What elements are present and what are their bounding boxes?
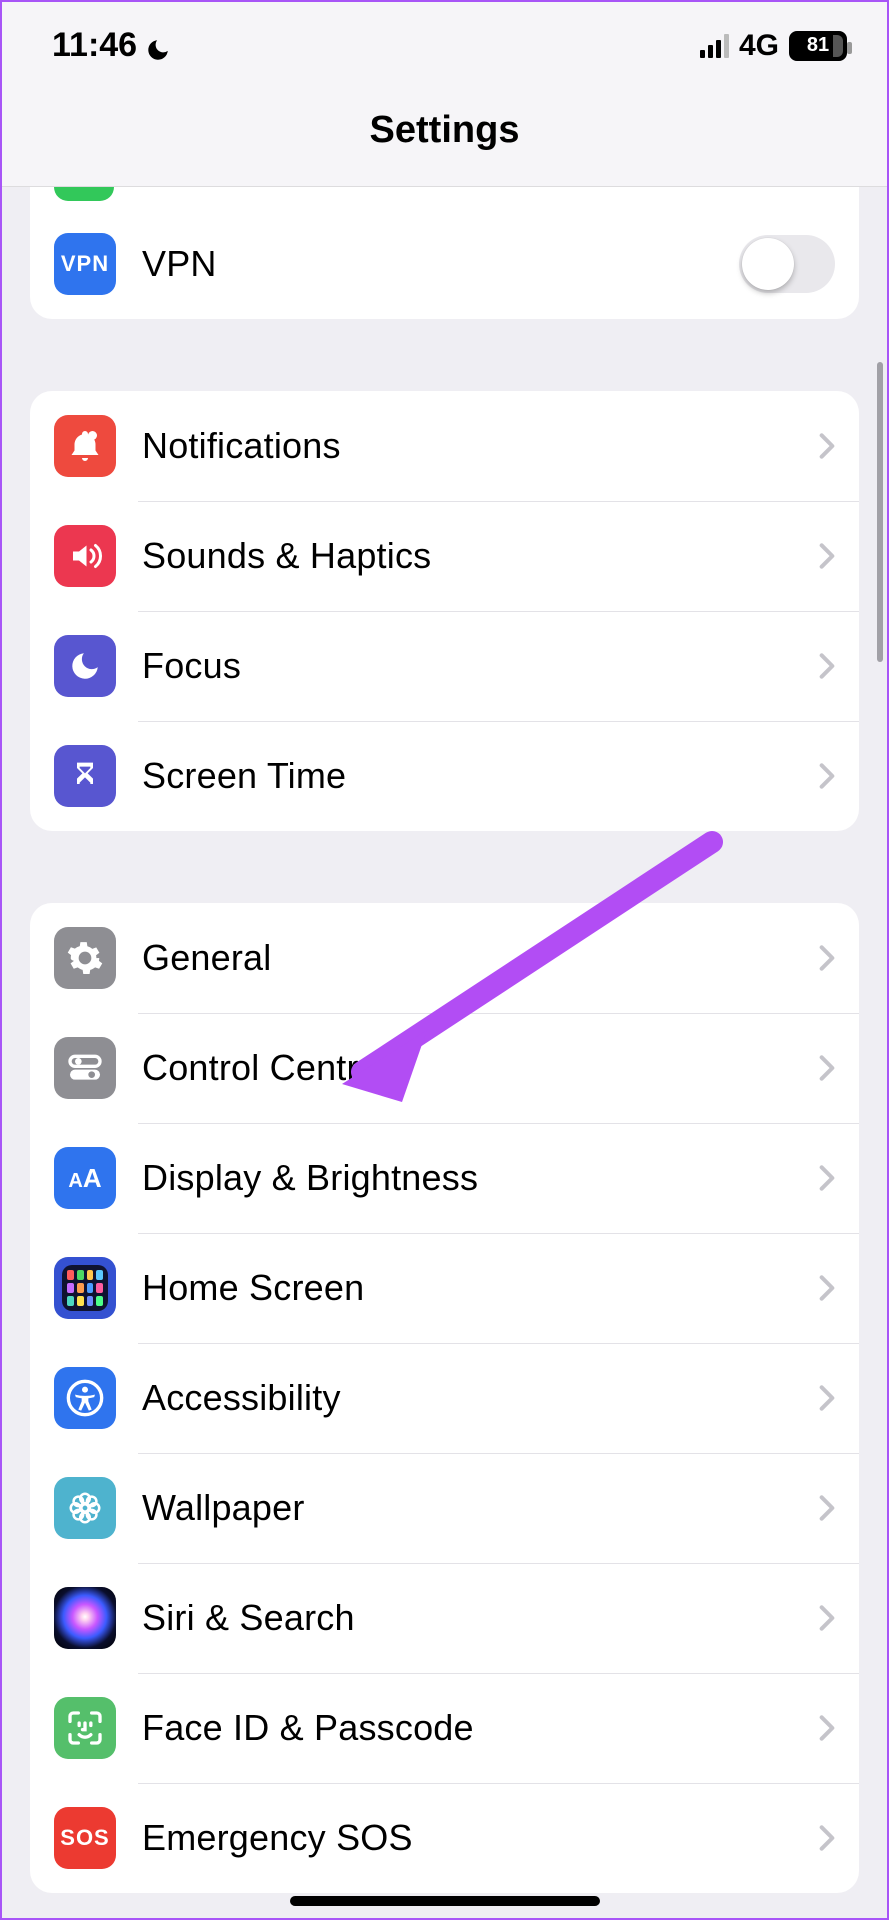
chevron-right-icon — [819, 542, 835, 570]
header-area: 11:46 4G 81 Settings — [2, 2, 887, 187]
chevron-right-icon — [819, 1604, 835, 1632]
row-face-id-passcode[interactable]: Face ID & Passcode — [30, 1673, 859, 1783]
vpn-icon: VPN — [54, 233, 116, 295]
siri-icon — [54, 1587, 116, 1649]
gear-icon — [54, 927, 116, 989]
vpn-toggle[interactable] — [739, 235, 835, 293]
row-sounds-haptics[interactable]: Sounds & Haptics — [30, 501, 859, 611]
hourglass-icon — [54, 745, 116, 807]
chevron-right-icon — [819, 1164, 835, 1192]
chevron-right-icon — [819, 762, 835, 790]
status-time: 11:46 — [52, 26, 137, 65]
row-label: Wallpaper — [142, 1487, 819, 1529]
row-label: Screen Time — [142, 755, 819, 797]
row-label: Focus — [142, 645, 819, 687]
battery-percent: 81 — [807, 34, 829, 57]
flower-icon — [54, 1477, 116, 1539]
row-screen-time[interactable]: Screen Time — [30, 721, 859, 831]
settings-group-connectivity: VPN VPN — [30, 187, 859, 319]
clipped-prev-row-icon — [54, 187, 114, 201]
scroll-indicator[interactable] — [877, 362, 883, 662]
text-size-icon: AA — [54, 1147, 116, 1209]
face-id-icon — [54, 1697, 116, 1759]
settings-scroll[interactable]: VPN VPN Notifications — [2, 187, 887, 1893]
settings-group-notifications: Notifications Sounds & Haptics Focus — [30, 391, 859, 831]
chevron-right-icon — [819, 1824, 835, 1852]
bell-icon — [54, 415, 116, 477]
chevron-right-icon — [819, 1054, 835, 1082]
speaker-icon — [54, 525, 116, 587]
accessibility-icon — [54, 1367, 116, 1429]
chevron-right-icon — [819, 1384, 835, 1412]
row-label: Face ID & Passcode — [142, 1707, 819, 1749]
row-notifications[interactable]: Notifications — [30, 391, 859, 501]
dnd-moon-icon — [145, 33, 171, 59]
row-label: Sounds & Haptics — [142, 535, 819, 577]
row-label: VPN — [142, 243, 739, 285]
row-emergency-sos[interactable]: SOS Emergency SOS — [30, 1783, 859, 1893]
network-type: 4G — [739, 29, 779, 63]
chevron-right-icon — [819, 1274, 835, 1302]
page-title: Settings — [2, 75, 887, 186]
device-frame: 11:46 4G 81 Settings — [0, 0, 889, 1920]
row-label: Emergency SOS — [142, 1817, 819, 1859]
chevron-right-icon — [819, 432, 835, 460]
status-right: 4G 81 — [700, 29, 847, 63]
row-focus[interactable]: Focus — [30, 611, 859, 721]
cell-signal-icon — [700, 34, 729, 58]
row-label: Control Centre — [142, 1047, 819, 1089]
toggles-icon — [54, 1037, 116, 1099]
chevron-right-icon — [819, 652, 835, 680]
app-grid-icon — [54, 1257, 116, 1319]
settings-group-general: General Control Centre AA — [30, 903, 859, 1893]
moon-icon — [54, 635, 116, 697]
row-label: Accessibility — [142, 1377, 819, 1419]
row-general[interactable]: General — [30, 903, 859, 1013]
row-label: Siri & Search — [142, 1597, 819, 1639]
row-control-centre[interactable]: Control Centre — [30, 1013, 859, 1123]
row-label: Notifications — [142, 425, 819, 467]
status-bar: 11:46 4G 81 — [2, 2, 887, 75]
chevron-right-icon — [819, 944, 835, 972]
status-left: 11:46 — [52, 26, 171, 65]
chevron-right-icon — [819, 1494, 835, 1522]
row-label: General — [142, 937, 819, 979]
home-indicator[interactable] — [290, 1896, 600, 1906]
row-accessibility[interactable]: Accessibility — [30, 1343, 859, 1453]
row-vpn[interactable]: VPN VPN — [30, 209, 859, 319]
row-wallpaper[interactable]: Wallpaper — [30, 1453, 859, 1563]
row-display-brightness[interactable]: AA Display & Brightness — [30, 1123, 859, 1233]
chevron-right-icon — [819, 1714, 835, 1742]
sos-icon: SOS — [54, 1807, 116, 1869]
row-label: Display & Brightness — [142, 1157, 819, 1199]
battery-icon: 81 — [789, 31, 847, 61]
row-label: Home Screen — [142, 1267, 819, 1309]
row-home-screen[interactable]: Home Screen — [30, 1233, 859, 1343]
row-siri-search[interactable]: Siri & Search — [30, 1563, 859, 1673]
